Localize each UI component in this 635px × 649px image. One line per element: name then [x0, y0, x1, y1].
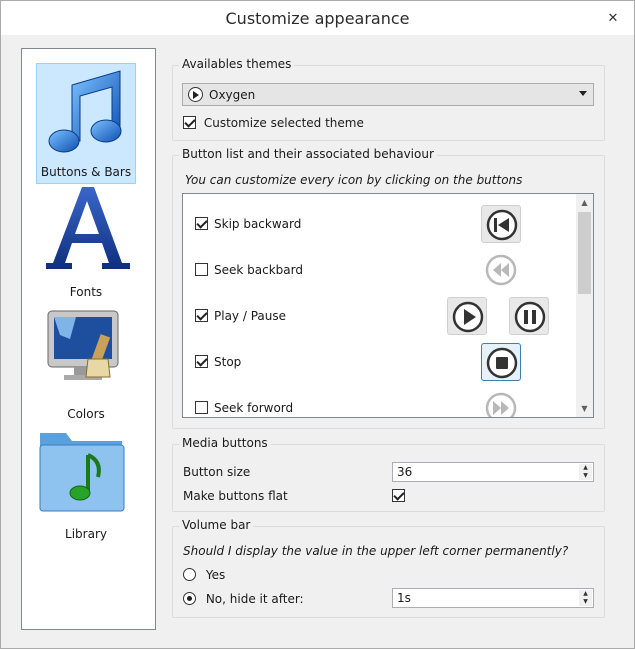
customize-appearance-window: Customize appearance ✕ Buttons & Bars Fo… [0, 0, 635, 649]
monitor-paintbrush-icon [36, 305, 136, 405]
volume-yes-label: Yes [205, 567, 226, 582]
button-list: Skip backward Seek backbard Play / Pause [182, 193, 594, 418]
list-item: Seek backbard [195, 262, 303, 282]
category-library[interactable]: Library [36, 425, 136, 541]
button-list-hint: You can customize every icon by clicking… [185, 173, 523, 187]
seek-forward-button[interactable] [481, 389, 521, 417]
skip-backward-button[interactable] [481, 205, 521, 243]
category-label: Library [65, 527, 107, 541]
stop-icon [486, 347, 518, 379]
category-label: Colors [67, 407, 105, 421]
title-bar: Customize appearance ✕ [1, 1, 634, 35]
button-size-value: 36 [397, 465, 413, 479]
list-item: Skip backward [195, 216, 301, 236]
seek-forward-icon [485, 392, 517, 417]
row-label: Skip backward [214, 216, 302, 231]
spin-up-icon[interactable]: ▲ [579, 464, 592, 472]
make-flat-label: Make buttons flat [183, 489, 288, 503]
volume-no-label: No, hide it after: [205, 591, 304, 606]
customize-theme-checkbox[interactable] [183, 116, 196, 129]
row-label: Stop [214, 354, 242, 369]
media-buttons-group-title: Media buttons [179, 436, 271, 450]
category-list: Buttons & Bars Fonts Colors Library [21, 48, 156, 630]
list-item: Stop [195, 354, 241, 374]
row-label: Seek forword [214, 400, 294, 415]
seek-backward-button[interactable] [481, 251, 521, 289]
button-size-label: Button size [183, 465, 251, 479]
button-list-group-title: Button list and their associated behavio… [179, 147, 437, 161]
hide-after-spinbox[interactable]: 1s ▲ ▼ [392, 588, 594, 608]
theme-select[interactable]: Oxygen [182, 83, 594, 106]
spin-down-icon[interactable]: ▼ [579, 472, 592, 480]
play-button[interactable] [447, 297, 487, 335]
button-size-spinbox[interactable]: 36 ▲ ▼ [392, 462, 594, 482]
volume-no-radio[interactable] [183, 592, 196, 605]
pause-icon [514, 301, 546, 333]
scroll-down-icon[interactable]: ▼ [576, 400, 593, 417]
music-note-icon [36, 63, 136, 163]
play-pause-checkbox[interactable] [195, 309, 208, 322]
theme-select-value: Oxygen [209, 88, 256, 102]
window-title: Customize appearance [225, 9, 410, 28]
stop-button[interactable] [481, 343, 521, 381]
make-flat-checkbox[interactable] [392, 489, 405, 502]
seek-backward-checkbox[interactable] [195, 263, 208, 276]
font-letter-a-icon [36, 183, 136, 283]
category-colors[interactable]: Colors [36, 305, 136, 421]
scroll-up-icon[interactable]: ▲ [576, 194, 593, 211]
seek-backward-icon [485, 254, 517, 286]
seek-forward-checkbox[interactable] [195, 401, 208, 414]
stop-checkbox[interactable] [195, 355, 208, 368]
category-fonts[interactable]: Fonts [36, 183, 136, 299]
row-label: Seek backbard [214, 262, 303, 277]
list-item: Seek forword [195, 400, 294, 417]
music-folder-icon [36, 425, 136, 525]
spin-down-icon[interactable]: ▼ [579, 598, 592, 606]
category-label: Buttons & Bars [40, 165, 132, 179]
skip-backward-icon [486, 209, 518, 241]
scrollbar-thumb[interactable] [578, 212, 591, 294]
themes-group-title: Availables themes [179, 57, 295, 71]
hide-after-value: 1s [397, 591, 411, 605]
category-label: Fonts [69, 285, 103, 299]
volume-yes-radio[interactable] [183, 568, 196, 581]
close-icon[interactable]: ✕ [604, 11, 622, 27]
category-buttons-bars[interactable]: Buttons & Bars [36, 63, 136, 184]
volume-yes-radio-row[interactable]: Yes [183, 567, 225, 582]
make-flat-checkbox-wrap[interactable] [392, 488, 405, 502]
volume-question: Should I display the value in the upper … [183, 544, 569, 558]
button-list-scrollbar[interactable]: ▲ ▼ [576, 194, 593, 417]
play-circle-icon [188, 87, 203, 102]
list-item: Play / Pause [195, 308, 286, 328]
volume-bar-group-title: Volume bar [179, 518, 254, 532]
chevron-down-icon[interactable] [579, 91, 587, 96]
volume-no-radio-row[interactable]: No, hide it after: [183, 591, 304, 606]
customize-theme-checkbox-row[interactable]: Customize selected theme [183, 115, 364, 130]
play-icon [452, 301, 484, 333]
pause-button[interactable] [509, 297, 549, 335]
row-label: Play / Pause [214, 308, 286, 323]
skip-backward-checkbox[interactable] [195, 217, 208, 230]
spin-up-icon[interactable]: ▲ [579, 590, 592, 598]
customize-theme-label: Customize selected theme [203, 115, 364, 130]
